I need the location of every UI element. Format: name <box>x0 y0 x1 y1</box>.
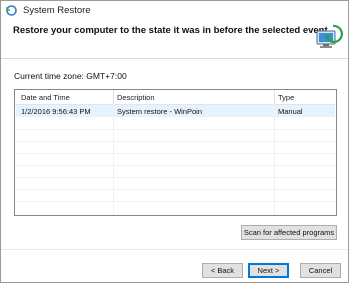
system-restore-window: System Restore Restore your computer to … <box>0 0 349 283</box>
back-button[interactable]: < Back <box>202 263 243 278</box>
system-restore-logo-icon <box>316 24 343 48</box>
column-divider[interactable] <box>113 90 114 104</box>
grid-line <box>16 201 335 202</box>
grid-line <box>16 177 335 178</box>
row-date: 1/2/2016 9:56:43 PM <box>21 107 91 116</box>
grid-line <box>16 165 335 166</box>
title-bar: System Restore <box>1 1 348 21</box>
cancel-button[interactable]: Cancel <box>300 263 341 278</box>
page-heading: Restore your computer to the state it wa… <box>13 25 328 36</box>
column-header-date[interactable]: Date and Time <box>21 93 70 102</box>
column-header-description[interactable]: Description <box>117 93 155 102</box>
window-title: System Restore <box>23 5 91 16</box>
system-restore-icon <box>6 5 17 16</box>
header-divider <box>1 58 348 59</box>
scan-affected-programs-button[interactable]: Scan for affected programs <box>241 225 337 240</box>
next-button[interactable]: Next > <box>248 263 289 278</box>
column-divider[interactable] <box>274 90 275 104</box>
grid-line <box>16 153 335 154</box>
restore-points-list[interactable]: Date and Time Description Type 1/2/2016 … <box>14 89 337 216</box>
timezone-label: Current time zone: GMT+7:00 <box>14 71 127 81</box>
footer-divider <box>1 249 348 250</box>
grid-line <box>274 104 275 215</box>
column-header-type[interactable]: Type <box>278 93 294 102</box>
grid-line <box>16 189 335 190</box>
row-description: System restore - WinPoin <box>117 107 203 116</box>
list-header: Date and Time Description Type <box>15 90 336 105</box>
row-type: Manual <box>278 107 303 116</box>
list-row[interactable]: 1/2/2016 9:56:43 PM System restore - Win… <box>16 105 335 117</box>
grid-line <box>16 141 335 142</box>
grid-line <box>16 129 335 130</box>
grid-line <box>113 104 114 215</box>
